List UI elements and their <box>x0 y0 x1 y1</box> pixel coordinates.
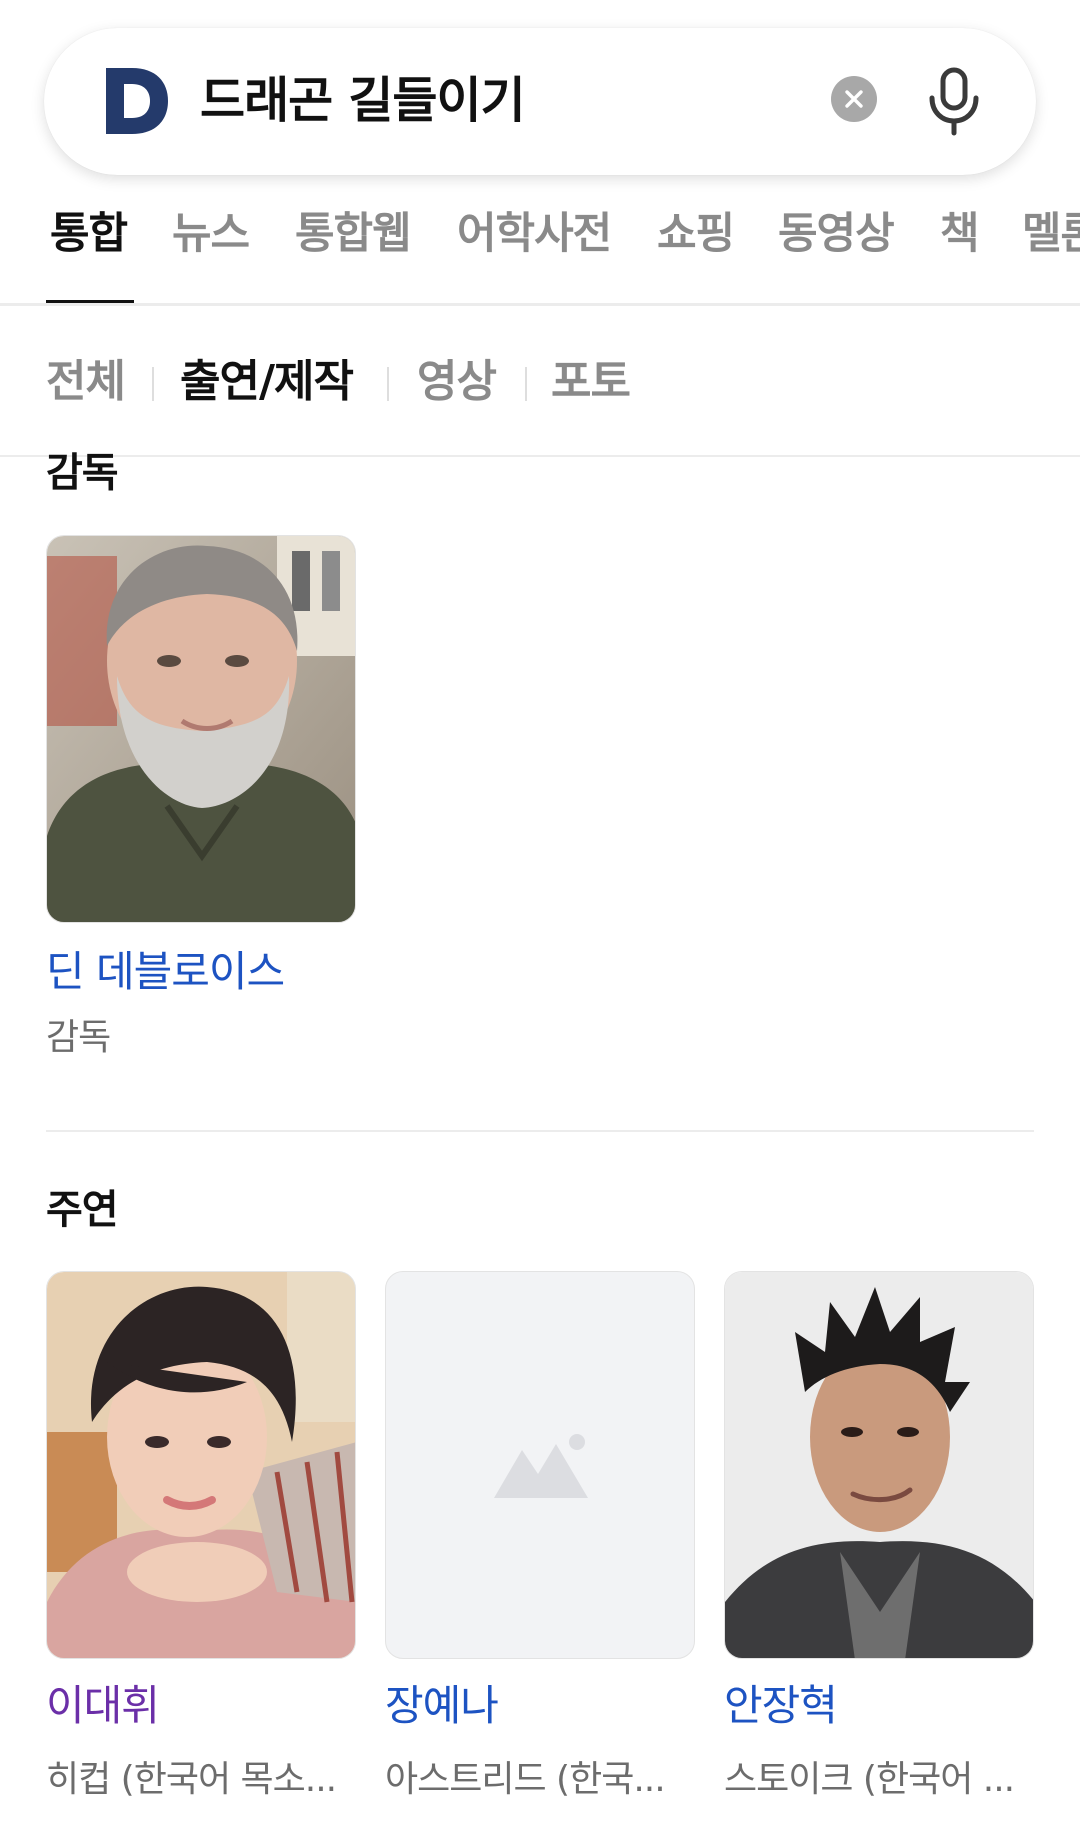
search-bar[interactable]: 드래곤 길들이기 <box>44 28 1036 175</box>
director-name-link[interactable]: 딘 데블로이스 <box>46 944 285 1000</box>
content-subtabs: 전체 출연/제작 영상 포토 <box>0 352 1080 457</box>
director-role: 감독 <box>46 1017 111 1058</box>
tab-news[interactable]: 뉴스 <box>172 204 250 264</box>
subtab-all[interactable]: 전체 <box>46 352 126 412</box>
clear-search-button[interactable] <box>831 76 877 122</box>
cast-section-title: 주연 <box>46 1187 119 1233</box>
director-photo[interactable] <box>46 535 356 923</box>
cast-role: 아스트리드 (한국... <box>385 1759 666 1800</box>
tab-dictionary[interactable]: 어학사전 <box>457 204 612 264</box>
section-divider <box>46 1130 1034 1132</box>
tab-video[interactable]: 동영상 <box>778 204 895 264</box>
subtab-photo[interactable]: 포토 <box>551 352 631 412</box>
daum-logo-icon[interactable] <box>102 66 214 140</box>
tab-shopping[interactable]: 쇼핑 <box>657 204 735 264</box>
cast-photo[interactable] <box>46 1271 356 1659</box>
tab-web[interactable]: 통합웹 <box>295 204 412 264</box>
cast-photo[interactable] <box>724 1271 1034 1659</box>
active-tab-indicator <box>46 300 134 303</box>
voice-search-button[interactable] <box>924 66 984 136</box>
close-icon <box>845 90 863 108</box>
search-tabs: 통합 뉴스 통합웹 어학사전 쇼핑 동영상 책 멜론 <box>0 200 1080 306</box>
tab-integrated[interactable]: 통합 <box>50 204 128 264</box>
cast-photo-placeholder[interactable] <box>385 1271 695 1659</box>
cast-role: 스토이크 (한국어 ... <box>724 1759 1015 1800</box>
director-section-title: 감독 <box>46 450 119 496</box>
cast-name-link[interactable]: 장예나 <box>385 1678 499 1734</box>
subtab-separator <box>387 367 389 401</box>
subtab-separator <box>152 367 154 401</box>
tab-books[interactable]: 책 <box>940 204 980 264</box>
subtab-video[interactable]: 영상 <box>417 352 497 412</box>
tab-melon[interactable]: 멜론 <box>1022 204 1080 264</box>
microphone-icon <box>929 67 979 136</box>
subtab-separator <box>525 367 527 401</box>
image-placeholder-icon <box>494 1434 588 1498</box>
subtab-cast-crew[interactable]: 출연/제작 <box>180 352 354 412</box>
search-query-text[interactable]: 드래곤 길들이기 <box>200 66 526 136</box>
cast-name-link[interactable]: 이대휘 <box>46 1678 160 1734</box>
cast-name-link[interactable]: 안장혁 <box>724 1678 838 1734</box>
cast-role: 히컵 (한국어 목소... <box>46 1759 337 1800</box>
